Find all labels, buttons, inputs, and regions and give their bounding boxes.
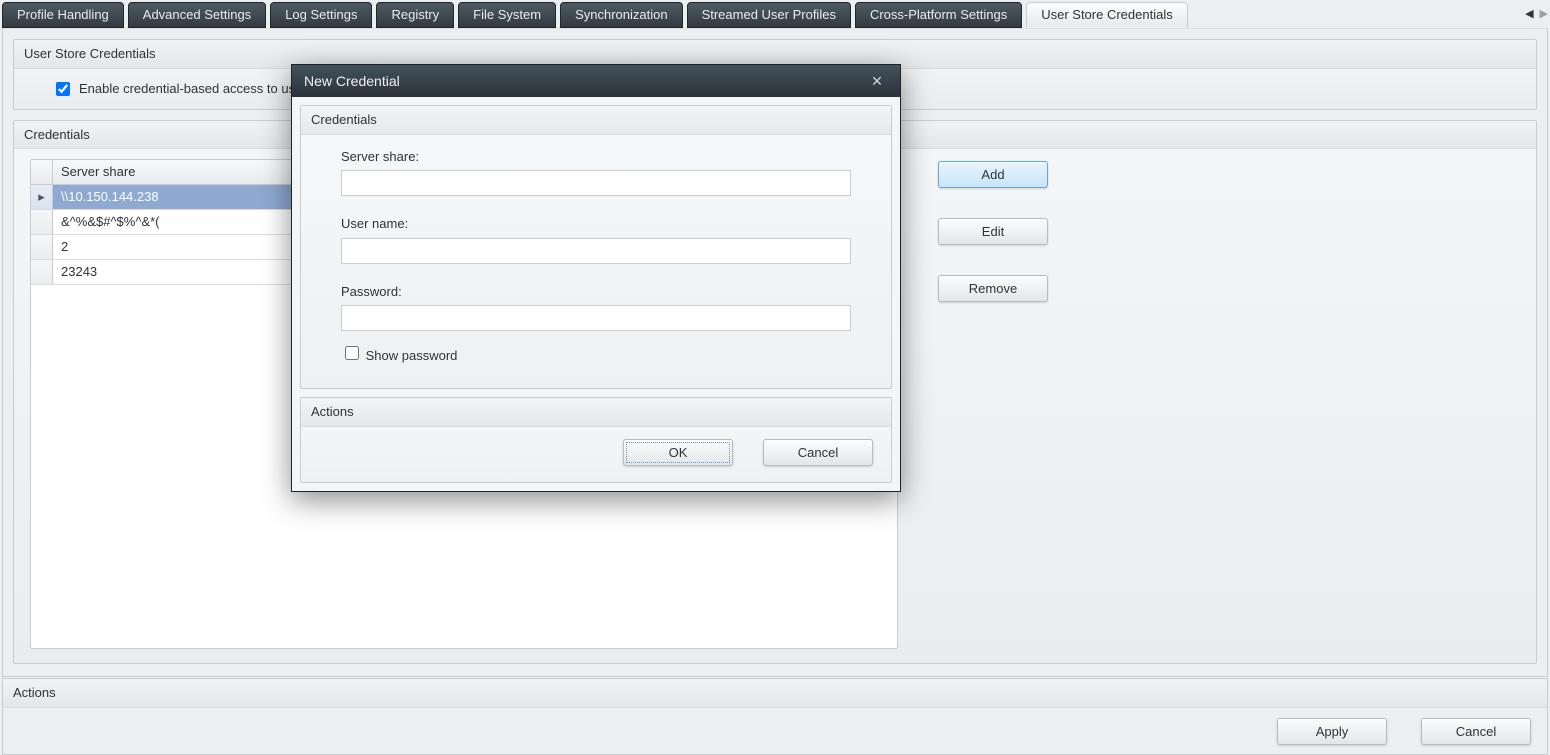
new-credential-dialog: New Credential ✕ Credentials Server shar…	[291, 64, 901, 492]
tab-user-store-credentials[interactable]: User Store Credentials	[1026, 2, 1188, 28]
tab-scroll-controls: ◀ ▶	[1525, 2, 1548, 28]
dialog-title: New Credential	[304, 73, 400, 90]
tab-scroll-right-icon[interactable]: ▶	[1540, 8, 1548, 21]
show-password-label: Show password	[366, 348, 458, 363]
add-button[interactable]: Add	[938, 161, 1048, 188]
tab-strip: Profile Handling Advanced Settings Log S…	[2, 2, 1548, 28]
ok-button[interactable]: OK	[623, 439, 733, 466]
row-header-spacer	[31, 160, 53, 184]
dialog-cancel-button[interactable]: Cancel	[763, 439, 873, 466]
show-password-checkbox[interactable]	[345, 346, 359, 360]
show-password-row[interactable]: Show password	[341, 343, 851, 364]
apply-button[interactable]: Apply	[1277, 718, 1387, 745]
tab-registry[interactable]: Registry	[376, 2, 454, 28]
footer-actions-title: Actions	[3, 678, 1547, 708]
dialog-credentials-section: Credentials Server share: User name: Pas…	[300, 105, 892, 389]
enable-credential-access-checkbox[interactable]	[56, 82, 70, 96]
row-indicator-icon: ▸	[31, 185, 53, 209]
password-input[interactable]	[341, 305, 851, 331]
user-name-label: User name:	[341, 216, 851, 232]
credentials-buttons: Add Edit Remove	[938, 161, 1048, 649]
close-icon[interactable]: ✕	[866, 71, 888, 91]
dialog-credentials-header: Credentials	[301, 106, 891, 135]
password-label: Password:	[341, 284, 851, 300]
tab-file-system[interactable]: File System	[458, 2, 556, 28]
dialog-actions-section: Actions OK Cancel	[300, 397, 892, 483]
tab-streamed-user-profiles[interactable]: Streamed User Profiles	[687, 2, 851, 28]
tab-synchronization[interactable]: Synchronization	[560, 2, 683, 28]
tab-profile-handling[interactable]: Profile Handling	[2, 2, 124, 28]
tab-cross-platform-settings[interactable]: Cross-Platform Settings	[855, 2, 1022, 28]
row-indicator-icon	[31, 260, 53, 284]
row-indicator-icon	[31, 235, 53, 259]
row-indicator-icon	[31, 210, 53, 234]
cancel-button[interactable]: Cancel	[1421, 718, 1531, 745]
server-share-input[interactable]	[341, 170, 851, 196]
user-name-input[interactable]	[341, 238, 851, 264]
edit-button[interactable]: Edit	[938, 218, 1048, 245]
footer-actions: Actions Apply Cancel	[2, 678, 1548, 755]
remove-button[interactable]: Remove	[938, 275, 1048, 302]
tab-log-settings[interactable]: Log Settings	[270, 2, 372, 28]
dialog-actions-header: Actions	[301, 398, 891, 427]
tab-scroll-left-icon[interactable]: ◀	[1525, 8, 1533, 21]
dialog-titlebar[interactable]: New Credential ✕	[292, 65, 900, 97]
tab-advanced-settings[interactable]: Advanced Settings	[128, 2, 266, 28]
server-share-label: Server share:	[341, 149, 851, 165]
